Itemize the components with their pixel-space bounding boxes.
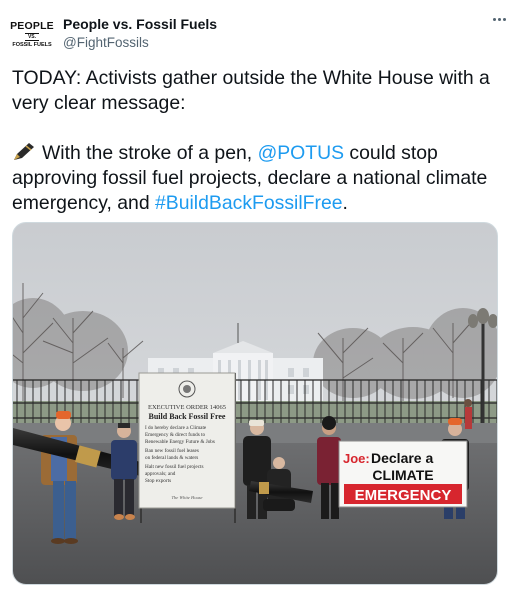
sign-order-item: Renewable Energy Future & Jobs — [145, 439, 215, 445]
avatar-text-line1: PEOPLE — [10, 19, 54, 32]
more-dot-icon — [502, 17, 506, 21]
tweet-text-segment: . — [342, 192, 348, 214]
tweet-card: PEOPLE VS. FOSSIL FUELS People vs. Fossi… — [0, 0, 524, 600]
sign-climate-prefix: Joe: — [343, 451, 370, 466]
sign-order-item: Emergency & direct funds to — [145, 431, 206, 438]
protest-photo: EXECUTIVE ORDER 14065 Build Back Fossil … — [13, 223, 497, 584]
avatar[interactable]: PEOPLE VS. FOSSIL FUELS — [10, 14, 54, 54]
tweet-photo[interactable]: EXECUTIVE ORDER 14065 Build Back Fossil … — [12, 222, 498, 585]
avatar-text-line3: FOSSIL FUELS — [12, 41, 52, 48]
tweet-text: TODAY: Activists gather outside the Whit… — [12, 66, 512, 216]
author-names: People vs. Fossil Fuels @FightFossils — [63, 15, 217, 52]
sign-climate-line3: EMERGENCY — [355, 487, 452, 504]
background-people — [464, 399, 472, 429]
sign-climate-line1: Declare a — [371, 450, 433, 466]
mention-link[interactable]: @POTUS — [258, 142, 344, 164]
more-options-button[interactable] — [488, 12, 510, 26]
hashtag-link[interactable]: #BuildBackFossilFree — [155, 192, 343, 214]
sign-order-number: EXECUTIVE ORDER 14065 — [148, 404, 226, 411]
sign-order-item: Halt new fossil fuel projects — [145, 463, 204, 470]
user-handle[interactable]: @FightFossils — [63, 34, 217, 52]
sign-order-item: I do hereby declare a Climate — [145, 425, 207, 431]
tweet-text-line2: With the stroke of a pen, @POTUS could s… — [12, 141, 512, 216]
fence-bars — [16, 380, 497, 423]
avatar-text-line2: VS. — [24, 32, 40, 41]
tweet-text-line1: TODAY: Activists gather outside the Whit… — [12, 67, 490, 114]
more-dot-icon — [492, 17, 496, 21]
sign-order-item: approvals; and — [145, 471, 176, 477]
tweet-header: PEOPLE VS. FOSSIL FUELS People vs. Fossi… — [10, 12, 510, 56]
sign-climate-line2: CLIMATE — [372, 467, 433, 483]
sign-order-title: Build Back Fossil Free — [149, 412, 226, 421]
sign-order-item: Stop exports — [145, 478, 171, 484]
display-name[interactable]: People vs. Fossil Fuels — [63, 15, 217, 33]
more-dot-icon — [497, 17, 501, 21]
sign-order-item: Ban new fossil fuel leases — [145, 447, 199, 454]
pen-icon — [14, 143, 34, 160]
sign-order-signature: The White House — [172, 495, 203, 500]
tweet-text-segment: With the stroke of a pen, — [42, 142, 258, 164]
sign-order-item: on federal lands & waters — [145, 454, 198, 461]
